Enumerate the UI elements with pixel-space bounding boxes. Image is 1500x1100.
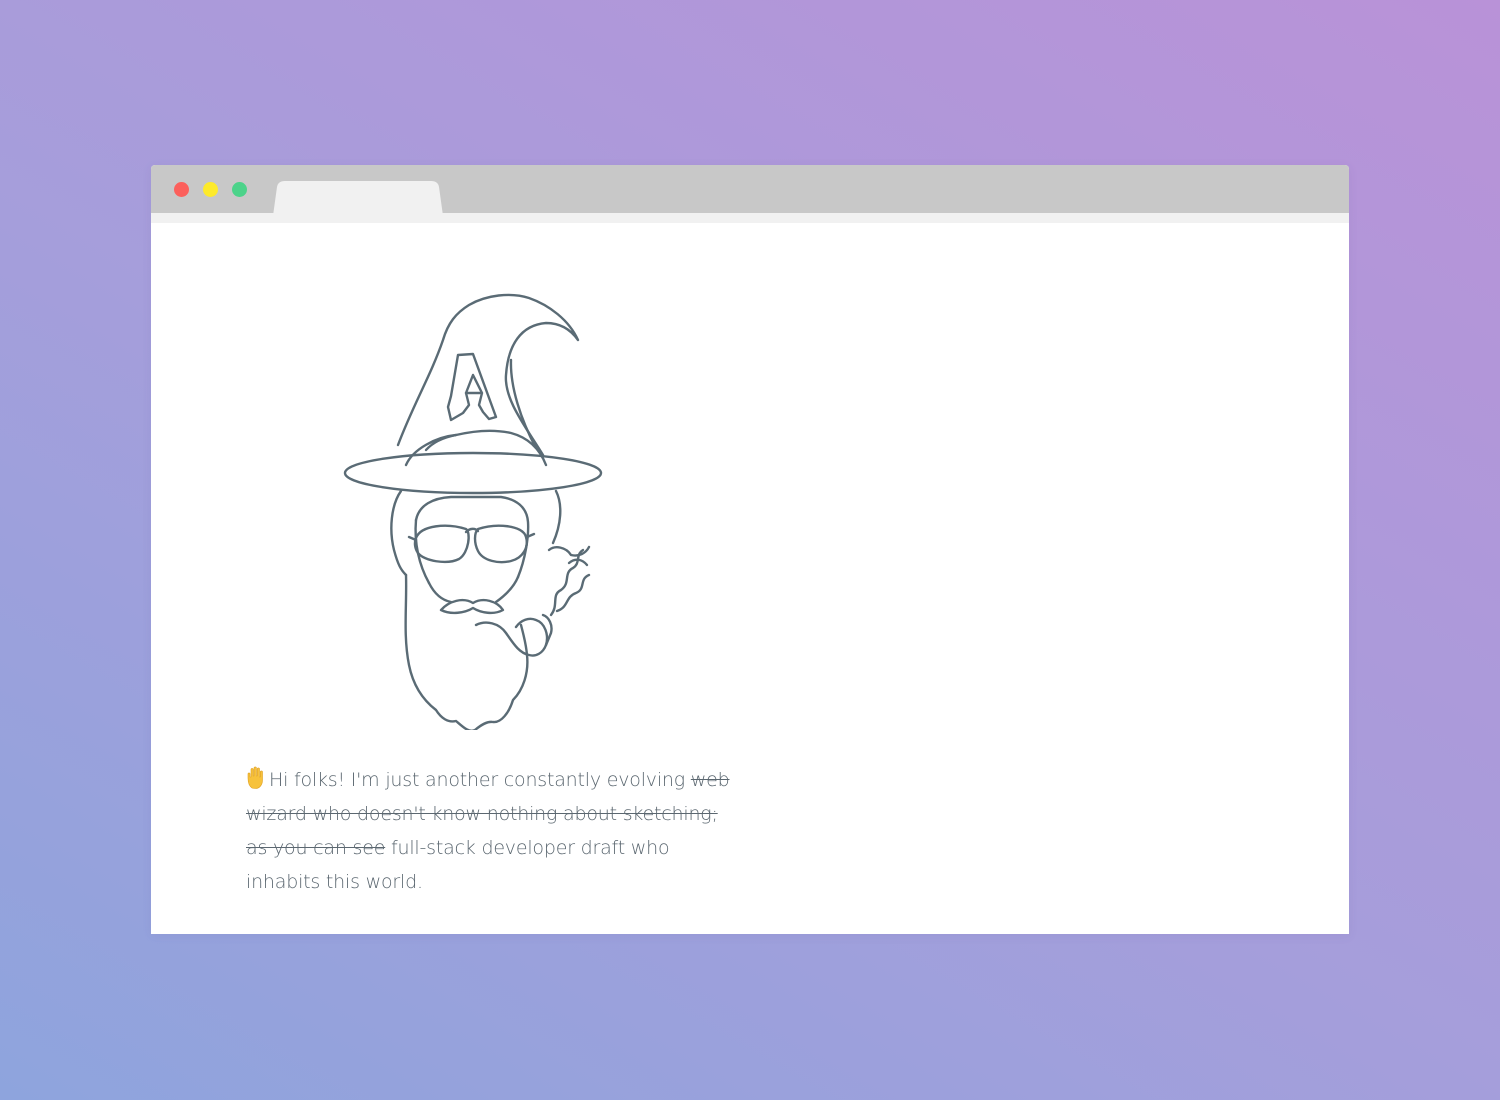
wizard-illustration-icon bbox=[341, 290, 611, 732]
maximize-window-button[interactable] bbox=[232, 182, 247, 197]
browser-window: Hi folks! I'm just another constantly ev… bbox=[151, 165, 1349, 934]
close-window-button[interactable] bbox=[174, 182, 189, 197]
browser-title-bar bbox=[151, 165, 1349, 223]
minimize-window-button[interactable] bbox=[203, 182, 218, 197]
intro-text-before: Hi folks! I'm just another constantly ev… bbox=[269, 769, 691, 791]
browser-toolbar-strip bbox=[151, 213, 1349, 223]
raised-hand-icon bbox=[247, 766, 263, 789]
intro-paragraph: Hi folks! I'm just another constantly ev… bbox=[246, 763, 736, 899]
